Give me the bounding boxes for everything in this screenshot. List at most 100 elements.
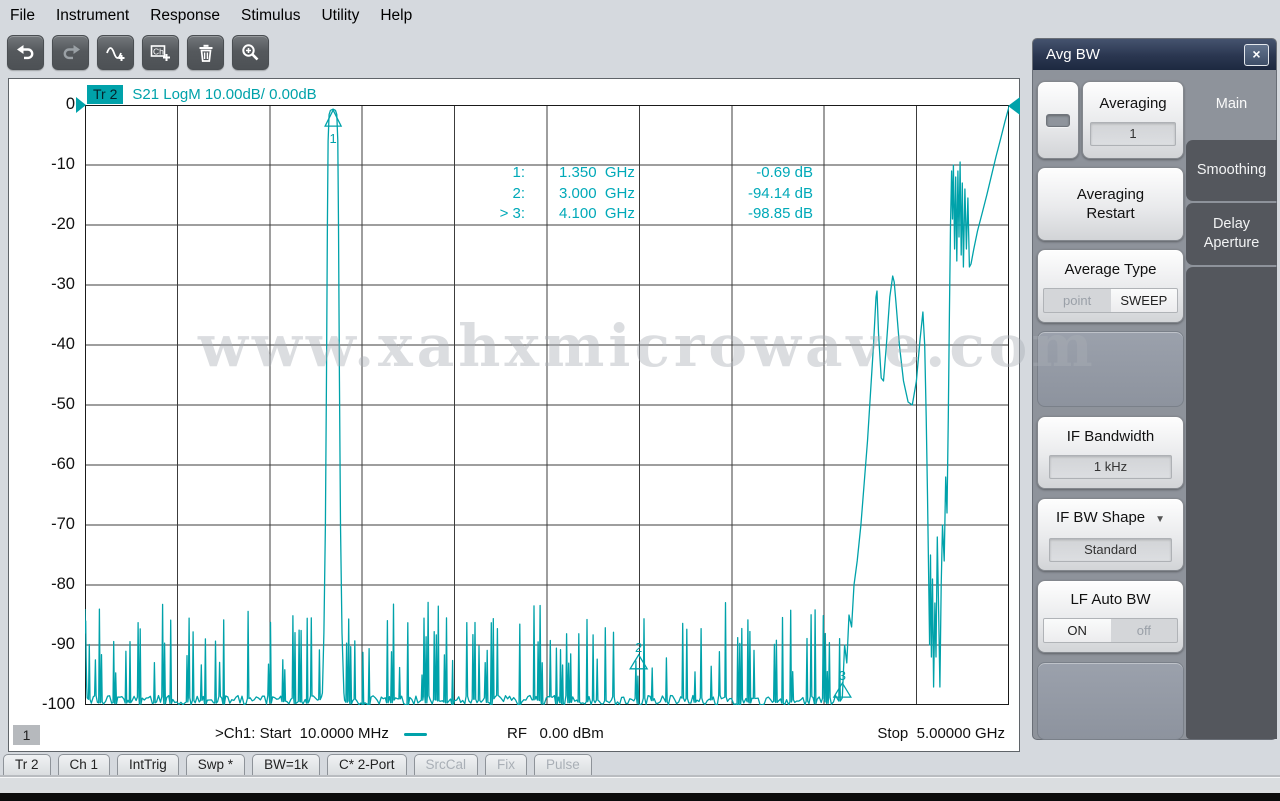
if-bw-shape-button[interactable]: IF BW Shape ▼ Standard: [1037, 498, 1184, 571]
disabled-button-1: [1037, 331, 1184, 407]
averaging-label: Averaging: [1099, 94, 1166, 113]
y-tick-label: -50: [15, 395, 75, 414]
marker-3-mval: -98.85 dB: [687, 204, 813, 225]
trace-format-label: S21 LogM 10.00dB/ 0.00dB: [132, 86, 316, 103]
status-tab-tr-2[interactable]: Tr 2: [3, 754, 51, 776]
lf-auto-bw-button[interactable]: LF Auto BW ON off: [1037, 580, 1184, 653]
panel-tabs-filler: [1186, 267, 1277, 739]
averaging-restart-label: Averaging Restart: [1066, 185, 1156, 223]
marker-3-mid: > 3:: [441, 204, 525, 225]
lf-auto-bw-option-off[interactable]: off: [1111, 619, 1178, 642]
marker-2-mval: -94.14 dB: [687, 184, 813, 205]
y-tick-label: -80: [15, 575, 75, 594]
average-type-label: Average Type: [1064, 260, 1156, 279]
status-tab-bar: Tr 2 Ch 1 IntTrig Swp * BW=1k C* 2-Port SrcCal…: [3, 754, 592, 776]
plot-panel: Tr 2 S21 LogM 10.00dB/ 0.00dB 0-10-20-30…: [8, 78, 1020, 752]
status-tab-swp-[interactable]: Swp *: [186, 754, 245, 776]
plot-status-line: 1 >Ch1: Start 10.0000 MHz RF 0.00 dBm St…: [9, 724, 1019, 748]
status-tab-inttrig[interactable]: IntTrig: [117, 754, 179, 776]
menu-item-help[interactable]: Help: [380, 7, 412, 25]
toolbar: Ch: [7, 35, 269, 70]
lf-auto-bw-segmented: ON off: [1043, 618, 1178, 643]
if-bw-shape-value[interactable]: Standard: [1049, 538, 1173, 562]
y-tick-label: -70: [15, 515, 75, 534]
if-bandwidth-button[interactable]: IF Bandwidth 1 kHz: [1037, 416, 1184, 489]
bottom-black-strip: [0, 793, 1280, 801]
menu-item-response[interactable]: Response: [150, 7, 220, 25]
averaging-toggle-button[interactable]: [1037, 81, 1079, 159]
menu-item-stimulus[interactable]: Stimulus: [241, 7, 300, 25]
y-tick-label: -40: [15, 335, 75, 354]
undo-button[interactable]: [7, 35, 44, 70]
lf-auto-bw-label: LF Auto BW: [1070, 590, 1150, 609]
status-tab-fix: Fix: [485, 754, 527, 776]
averaging-value[interactable]: 1: [1090, 122, 1176, 146]
menu-item-instrument[interactable]: Instrument: [56, 7, 129, 25]
zoom-button[interactable]: [232, 35, 269, 70]
if-bandwidth-label: IF Bandwidth: [1067, 427, 1155, 446]
svg-text:Ch: Ch: [153, 46, 164, 56]
start-frequency-label: >Ch1: Start 10.0000 MHz: [215, 725, 427, 742]
add-trace-icon: [106, 44, 126, 62]
delete-button[interactable]: [187, 35, 224, 70]
status-tab-bw-1k[interactable]: BW=1k: [252, 754, 320, 776]
marker-readout-row: > 3:4.100 GHz-98.85 dB: [441, 204, 813, 225]
marker-1-mid: 1:: [441, 163, 525, 184]
menu-item-utility[interactable]: Utility: [321, 7, 359, 25]
marker-readout: 1:1.350 GHz-0.69 dB2:3.000 GHz-94.14 dB>…: [441, 163, 813, 225]
if-bw-shape-label: IF BW Shape ▼: [1056, 508, 1165, 529]
tab-delay-aperture[interactable]: Delay Aperture: [1186, 203, 1277, 265]
y-tick-label: -100: [15, 695, 75, 714]
channel-badge[interactable]: 1: [13, 725, 40, 745]
y-tick-label: -30: [15, 275, 75, 294]
average-type-button[interactable]: Average Type point SWEEP: [1037, 249, 1184, 323]
add-channel-button[interactable]: Ch: [142, 35, 179, 70]
stop-frequency-label: Stop 5.00000 GHz: [877, 725, 1005, 742]
chevron-down-icon: ▼: [1155, 514, 1165, 525]
y-tick-label: -90: [15, 635, 75, 654]
marker-2-mid: 2:: [441, 184, 525, 205]
averaging-button[interactable]: Averaging 1: [1082, 81, 1184, 159]
panel-title-bar[interactable]: Avg BW ×: [1033, 39, 1276, 70]
if-bandwidth-value[interactable]: 1 kHz: [1049, 455, 1173, 479]
zoom-icon: [241, 43, 260, 62]
menu-bar: File Instrument Response Stimulus Utility Hel…: [0, 0, 1280, 31]
reference-level-marker-right-icon: [1008, 97, 1020, 115]
average-type-option-sweep[interactable]: SWEEP: [1111, 289, 1178, 312]
close-icon[interactable]: ×: [1244, 44, 1269, 66]
tab-smoothing[interactable]: Smoothing: [1186, 140, 1277, 201]
panel-tabs: Main Smoothing Delay Aperture: [1186, 70, 1277, 740]
marker-number: 1: [330, 131, 337, 146]
panel-title: Avg BW: [1046, 46, 1100, 63]
disabled-button-2: [1037, 662, 1184, 740]
menu-item-file[interactable]: File: [10, 7, 35, 25]
start-frequency-text: >Ch1: Start 10.0000 MHz: [215, 725, 389, 742]
y-tick-label: -10: [15, 155, 75, 174]
y-tick-label: -60: [15, 455, 75, 474]
trace-header: Tr 2 S21 LogM 10.00dB/ 0.00dB: [87, 85, 317, 104]
average-type-option-point[interactable]: point: [1044, 289, 1111, 312]
delete-icon: [197, 44, 215, 62]
status-tab-ch-1[interactable]: Ch 1: [58, 754, 111, 776]
reference-level-marker-left-icon: [76, 97, 86, 113]
lf-auto-bw-option-on[interactable]: ON: [1044, 619, 1111, 642]
averaging-restart-button[interactable]: Averaging Restart: [1037, 167, 1184, 241]
marker-number: 2: [635, 640, 642, 655]
status-tab-srccal: SrcCal: [414, 754, 479, 776]
if-bw-shape-text: IF BW Shape: [1056, 509, 1145, 526]
redo-icon: [61, 44, 81, 62]
marker-1-mval: -0.69 dB: [687, 163, 813, 184]
trace-badge[interactable]: Tr 2: [87, 85, 123, 104]
marker-1-mfreq: 1.350 GHz: [525, 163, 687, 184]
add-trace-button[interactable]: [97, 35, 134, 70]
rf-power-label: RF 0.00 dBm: [507, 725, 604, 742]
status-tab-c-2-port[interactable]: C* 2-Port: [327, 754, 407, 776]
bottom-empty-bar: [0, 777, 1280, 794]
tab-main[interactable]: Main: [1186, 70, 1277, 138]
tab-delay-aperture-label: Delay Aperture: [1197, 215, 1267, 253]
averaging-indicator-icon: [1046, 114, 1070, 127]
marker-number: 3: [839, 668, 846, 683]
average-type-segmented: point SWEEP: [1043, 288, 1178, 313]
y-tick-label: 0: [15, 95, 75, 114]
add-channel-icon: Ch: [150, 44, 172, 62]
